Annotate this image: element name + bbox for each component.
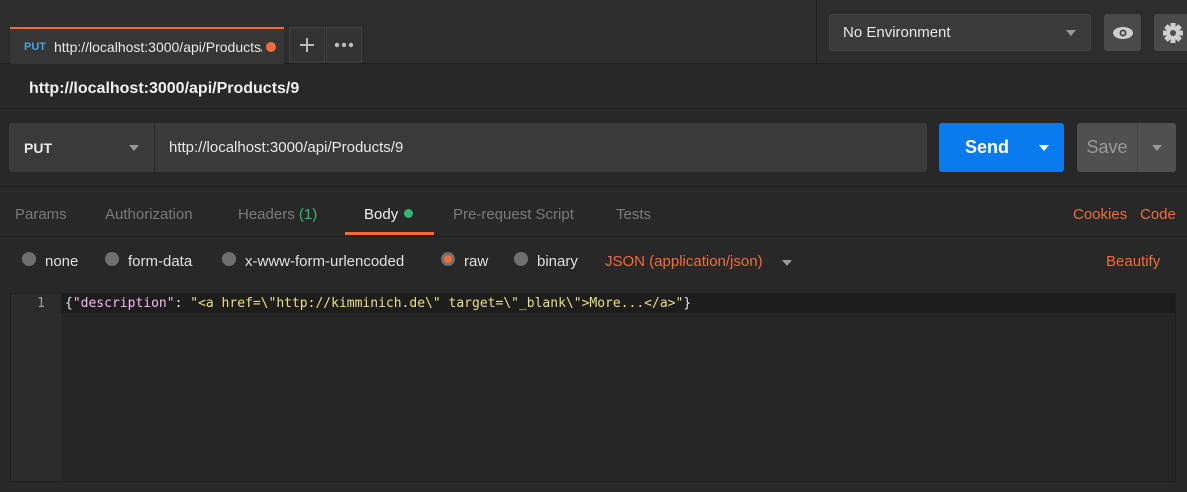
line-number: 1 bbox=[37, 296, 45, 311]
radio-label: x-www-form-urlencoded bbox=[245, 253, 405, 270]
tab-method: PUT bbox=[24, 40, 46, 53]
tab-authorization[interactable]: Authorization bbox=[105, 206, 193, 223]
save-options-button[interactable] bbox=[1137, 123, 1176, 172]
body-type-raw[interactable]: raw bbox=[441, 251, 489, 270]
body-active-dot-icon bbox=[404, 209, 414, 218]
body-type-binary[interactable]: binary bbox=[514, 251, 578, 270]
radio-selected-icon bbox=[441, 251, 455, 266]
radio-label: raw bbox=[464, 253, 489, 270]
chevron-down-icon[interactable] bbox=[782, 260, 792, 266]
code-line[interactable]: {"description": "<a href=\"http://kimmin… bbox=[65, 296, 691, 311]
code-colon: : bbox=[174, 296, 191, 311]
url-input[interactable]: http://localhost:3000/api/Products/9 bbox=[154, 123, 927, 172]
cookies-link[interactable]: Cookies bbox=[1073, 206, 1127, 223]
method-select[interactable]: PUT bbox=[9, 123, 154, 172]
tab-url: http://localhost:3000/api/Products/9 bbox=[54, 38, 262, 55]
save-label: Save bbox=[1086, 137, 1128, 157]
editor-gutter bbox=[11, 294, 61, 481]
chevron-down-icon bbox=[1152, 145, 1162, 151]
divider bbox=[0, 108, 1187, 109]
tab-prerequest-script[interactable]: Pre-request Script bbox=[453, 206, 574, 223]
chevron-down-icon bbox=[129, 145, 139, 151]
tab-params[interactable]: Params bbox=[15, 206, 67, 223]
tab-tests[interactable]: Tests bbox=[616, 206, 651, 223]
radio-label: form-data bbox=[128, 253, 193, 270]
radio-icon bbox=[222, 251, 236, 266]
json-string-value: "<a href=\"http://kimminich.de\" target=… bbox=[190, 296, 684, 311]
active-tab-indicator bbox=[345, 232, 434, 235]
tab-options-button[interactable] bbox=[326, 27, 362, 63]
plus-icon bbox=[300, 38, 314, 52]
radio-icon bbox=[22, 251, 36, 266]
request-name: http://localhost:3000/api/Products/9 bbox=[29, 80, 300, 97]
send-label: Send bbox=[964, 137, 1009, 157]
tab-headers-label: Headers bbox=[238, 206, 295, 223]
url-value: http://localhost:3000/api/Products/9 bbox=[169, 139, 404, 156]
unsaved-dot-icon bbox=[266, 41, 276, 52]
manage-environments-button[interactable] bbox=[1154, 14, 1187, 51]
chevron-down-icon bbox=[1039, 145, 1049, 151]
body-type-none[interactable]: none bbox=[22, 251, 79, 270]
radio-label: none bbox=[45, 253, 79, 270]
request-tab[interactable]: PUT http://localhost:3000/api/Products/9 bbox=[10, 27, 284, 64]
radio-label: binary bbox=[537, 253, 578, 270]
tab-strip: PUT http://localhost:3000/api/Products/9… bbox=[0, 0, 1187, 64]
body-editor[interactable]: 1 {"description": "<a href=\"http://kimm… bbox=[10, 293, 1176, 482]
environment-quick-look-button[interactable] bbox=[1104, 14, 1141, 51]
method-label: PUT bbox=[24, 139, 52, 156]
environment-select[interactable]: No Environment bbox=[829, 14, 1091, 51]
headers-count: (1) bbox=[298, 206, 318, 223]
beautify-link[interactable]: Beautify bbox=[1106, 253, 1160, 270]
tab-divider bbox=[816, 0, 817, 64]
gear-icon bbox=[1162, 22, 1183, 43]
body-type-urlencoded[interactable]: x-www-form-urlencoded bbox=[222, 251, 405, 270]
content-type-select[interactable]: JSON (application/json) bbox=[605, 253, 763, 270]
send-button[interactable]: Send bbox=[939, 123, 1035, 172]
code-brace: { bbox=[65, 296, 73, 311]
body-type-form-data[interactable]: form-data bbox=[105, 251, 193, 270]
tab-body-label: Body bbox=[364, 206, 399, 223]
more-icon bbox=[334, 42, 354, 48]
divider bbox=[0, 236, 1187, 237]
code-brace: } bbox=[683, 296, 692, 311]
code-link[interactable]: Code bbox=[1140, 206, 1176, 223]
environment-label: No Environment bbox=[843, 24, 951, 41]
tab-body[interactable]: Body bbox=[364, 206, 414, 223]
new-tab-button[interactable] bbox=[289, 27, 325, 63]
eye-icon bbox=[1112, 26, 1133, 39]
radio-icon bbox=[105, 251, 119, 266]
divider bbox=[0, 186, 1187, 187]
send-options-button[interactable] bbox=[1025, 123, 1064, 172]
chevron-down-icon bbox=[1066, 30, 1076, 36]
radio-icon bbox=[514, 251, 528, 266]
json-key: "description" bbox=[72, 296, 175, 311]
save-button[interactable]: Save bbox=[1077, 123, 1137, 172]
tab-headers[interactable]: Headers (1) bbox=[238, 206, 317, 223]
